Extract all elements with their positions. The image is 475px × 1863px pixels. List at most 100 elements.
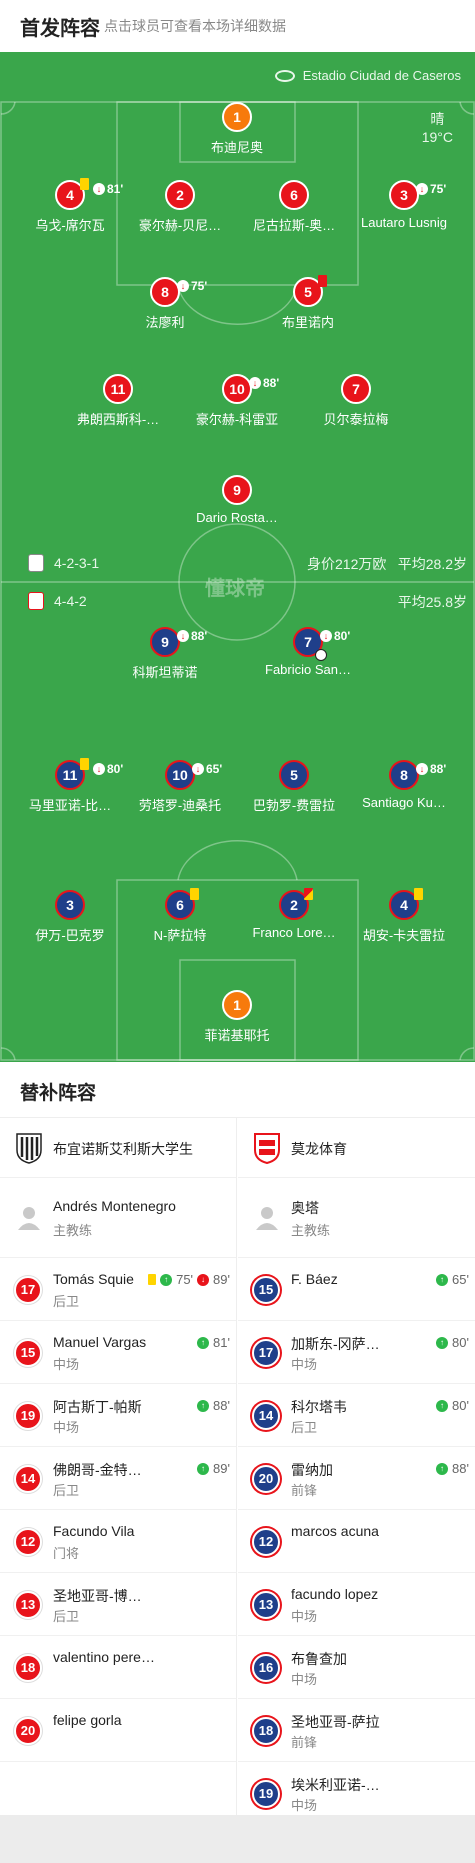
player-name: Fabricio San…: [265, 662, 351, 677]
player-number: 5: [304, 284, 312, 300]
sub-out-event: ↓ 75': [177, 273, 207, 299]
home-team-row[interactable]: 布宜诺斯艾利斯大学生: [0, 1118, 236, 1178]
sub-in-icon: ↑: [436, 1273, 449, 1286]
sub-in-icon: ↑: [197, 1462, 210, 1475]
player-name: 豪尔赫-科雷亚: [195, 412, 279, 427]
sub-number: 19: [14, 1402, 42, 1430]
sub-player-row[interactable]: 16 布鲁查加 中场: [238, 1636, 475, 1699]
home-player[interactable]: 7 贝尔泰拉梅: [296, 374, 416, 428]
sub-out-icon: ↓: [197, 1273, 210, 1286]
sub-player-row[interactable]: 17 Tomás Squie 后卫 ↑ 75' ↓ 89': [0, 1258, 236, 1321]
sub-out-event: ↓ 88': [416, 756, 446, 782]
sub-position: 中场: [53, 1357, 80, 1372]
home-player[interactable]: 5 布里诺内: [248, 275, 368, 331]
sub-number: 19: [252, 1780, 280, 1808]
sub-player-row[interactable]: 13 facundo lopez 中场: [238, 1573, 475, 1636]
player-number: 11: [62, 767, 78, 783]
player-number: 8: [161, 284, 169, 300]
sub-out-icon: ↓: [177, 630, 189, 642]
subs-title: 替补阵容: [20, 1083, 97, 1104]
sub-player-row[interactable]: 18 圣地亚哥-萨拉 前锋: [238, 1699, 475, 1762]
away-player[interactable]: 8 ↓ 88' Santiago Ku…: [344, 760, 464, 810]
coach-name: Andrés Montenegro: [53, 1198, 176, 1214]
sub-position: 后卫: [53, 1483, 80, 1498]
home-avg-age: 平均28.2岁: [397, 556, 467, 572]
player-name: 科斯坦蒂诺: [132, 665, 198, 680]
home-player-gk[interactable]: 1 布迪尼奥: [177, 102, 297, 156]
sub-out-icon: ↓: [192, 763, 204, 775]
away-player[interactable]: 6 N-萨拉特: [120, 888, 240, 944]
away-coach-row[interactable]: 奥塔 主教练: [238, 1178, 475, 1258]
home-coach-row[interactable]: Andrés Montenegro 主教练: [0, 1178, 236, 1258]
home-player[interactable]: 11 弗朗西斯科-…: [58, 374, 178, 428]
away-team-row[interactable]: 莫龙体育: [238, 1118, 475, 1178]
red-card-icon: [318, 275, 327, 287]
player-name: 胡安-卡夫雷拉: [362, 928, 446, 943]
sub-in-icon: ↑: [436, 1336, 449, 1349]
player-number: 8: [400, 767, 408, 783]
sub-number: 18: [14, 1654, 42, 1682]
stadium: Estadio Ciudad de Caseros: [274, 68, 461, 83]
home-player[interactable]: 9 Dario Rosta…: [177, 475, 297, 525]
away-player[interactable]: 4 胡安-卡夫雷拉: [344, 888, 464, 944]
player-name: Lautaro Lusnig: [360, 215, 447, 230]
away-player[interactable]: 2 Franco Lore…: [234, 888, 354, 940]
sub-player-row[interactable]: 17 加斯东-冈萨… 中场 ↑ 80': [238, 1321, 475, 1384]
home-team-logo-icon: [16, 1133, 42, 1164]
away-player[interactable]: 5 巴勃罗-费雷拉: [234, 760, 354, 814]
player-number: 3: [400, 187, 408, 203]
sub-player-row[interactable]: 20 felipe gorla: [0, 1699, 236, 1762]
away-player[interactable]: 11 ↓ 80' 马里亚诺-比…: [10, 758, 130, 814]
away-player[interactable]: 9 ↓ 88' 科斯坦蒂诺: [105, 627, 225, 681]
sub-events: ↑ 75' ↓ 89': [148, 1272, 230, 1287]
weather: 晴 19°C: [422, 110, 453, 146]
sub-player-row[interactable]: 12 Facundo Vila 门将: [0, 1510, 236, 1573]
player-name: 尼古拉斯-奥…: [252, 218, 336, 233]
stadium-name: Estadio Ciudad de Caseros: [302, 68, 461, 83]
home-player[interactable]: 2 豪尔赫-贝尼…: [120, 180, 240, 234]
sub-player-row[interactable]: 12 marcos acuna: [238, 1510, 475, 1573]
home-player[interactable]: 4 ↓ 81' 乌戈-席尔瓦: [10, 178, 130, 234]
home-player[interactable]: 10 ↓ 88' 豪尔赫-科雷亚: [177, 374, 297, 428]
sub-player-row[interactable]: 18 valentino pere…: [0, 1636, 236, 1699]
player-number: 9: [161, 634, 169, 650]
sub-in-minute: 88': [213, 1398, 230, 1413]
sub-in-icon: ↑: [197, 1336, 210, 1349]
player-name: 法廖利: [145, 315, 185, 330]
home-age: 平均28.2岁: [398, 554, 467, 574]
home-formation-text: 4-2-3-1: [54, 555, 100, 571]
sub-in-minute: 89': [213, 1461, 230, 1476]
home-player[interactable]: 3 ↓ 75' Lautaro Lusnig: [344, 180, 464, 230]
home-player[interactable]: 8 ↓ 75' 法廖利: [105, 277, 225, 331]
away-player[interactable]: 7 ↓ 80' Fabricio San…: [248, 627, 368, 677]
sub-player-row[interactable]: 14 科尔塔韦 后卫 ↑ 80': [238, 1384, 475, 1447]
lineup-header: 首发阵容 点击球员可查看本场详细数据: [0, 0, 475, 52]
sub-name: 阿古斯丁-帕斯: [53, 1399, 142, 1415]
sub-events: ↑ 81': [197, 1335, 230, 1350]
sub-in-minute: 75': [176, 1272, 194, 1287]
sub-player-row[interactable]: 13 圣地亚哥-博… 后卫: [0, 1573, 236, 1636]
red-card-icon: [304, 888, 313, 900]
sub-in-icon: ↑: [436, 1462, 449, 1475]
sub-in-minute: 80': [452, 1335, 469, 1350]
sub-player-row[interactable]: 15 Manuel Vargas 中场 ↑ 81': [0, 1321, 236, 1384]
weather-temp: 19°C: [421, 129, 453, 145]
away-player-gk[interactable]: 1 菲诺基耶托: [177, 990, 297, 1044]
sub-player-row[interactable]: 15 F. Báez ↑ 65': [238, 1258, 475, 1321]
home-player[interactable]: 6 尼古拉斯-奥…: [234, 180, 354, 234]
sub-number: 12: [14, 1528, 42, 1556]
sub-player-row[interactable]: 20 雷纳加 前锋 ↑ 88': [238, 1447, 475, 1510]
away-player[interactable]: 3 伊万-巴克罗: [10, 890, 130, 944]
coach-role: 主教练: [53, 1223, 93, 1238]
yellow-card-icon: [80, 758, 89, 770]
sub-player-row[interactable]: 14 佛朗哥-金特… 后卫 ↑ 89': [0, 1447, 236, 1510]
sub-name: 布鲁查加: [291, 1651, 347, 1667]
player-name: 布迪尼奥: [210, 140, 263, 155]
sub-position: 前锋: [291, 1735, 318, 1750]
sub-number: 15: [252, 1276, 280, 1304]
sub-position: 中场: [291, 1672, 318, 1687]
player-name: 菲诺基耶托: [204, 1028, 270, 1043]
away-player[interactable]: 10 ↓ 65' 劳塔罗-迪桑托: [120, 760, 240, 814]
sub-out-icon: ↓: [249, 377, 261, 389]
sub-player-row[interactable]: 19 阿古斯丁-帕斯 中场 ↑ 88': [0, 1384, 236, 1447]
